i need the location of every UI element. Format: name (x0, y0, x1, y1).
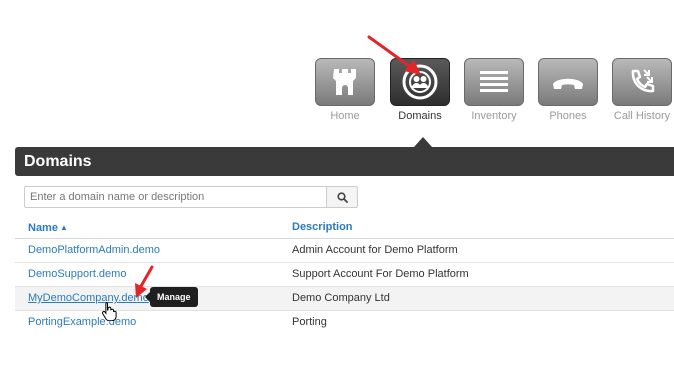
nav-home-label: Home (330, 110, 360, 122)
users-circle-icon (402, 64, 438, 100)
nav-domains-label: Domains (398, 110, 442, 122)
column-header-name-label: Name (28, 222, 58, 234)
domain-search-input[interactable] (24, 186, 327, 208)
nav-inventory[interactable]: Inventory (463, 58, 525, 122)
search-icon (337, 192, 348, 203)
domain-link[interactable]: DemoSupport.demo (28, 268, 126, 280)
table-row: MyDemoCompany.demo Demo Company Ltd (15, 287, 674, 311)
column-header-description[interactable]: Description (292, 217, 353, 238)
domain-link[interactable]: DemoPlatformAdmin.demo (28, 244, 160, 256)
nav-call-history[interactable]: Call History (611, 58, 673, 122)
table-header-row: Name ▲ Description (15, 217, 674, 239)
page-title: Domains (24, 153, 92, 170)
section-header-bar: Domains (15, 147, 674, 176)
manage-tooltip: Manage (145, 287, 198, 307)
list-icon (480, 71, 508, 92)
domain-link[interactable]: MyDemoCompany.demo (28, 292, 149, 304)
domain-description: Support Account For Demo Platform (292, 268, 469, 280)
table-row: DemoPlatformAdmin.demo Admin Account for… (15, 239, 674, 263)
column-header-name[interactable]: Name ▲ (28, 217, 68, 239)
castle-icon (333, 69, 356, 95)
nav-phones-label: Phones (549, 110, 587, 122)
nav-inventory-tile[interactable] (464, 58, 524, 106)
domains-table: Name ▲ Description DemoPlatformAdmin.demo… (15, 217, 674, 334)
domain-description: Demo Company Ltd (292, 292, 390, 304)
domain-description: Porting (292, 316, 327, 328)
sort-ascending-icon: ▲ (59, 223, 68, 232)
phone-handset-icon (553, 78, 583, 89)
nav-home[interactable]: Home (314, 58, 376, 122)
nav-inventory-label: Inventory (471, 110, 517, 122)
nav-home-tile[interactable] (315, 58, 375, 106)
nav-domains[interactable]: Domains (389, 58, 451, 122)
domain-link[interactable]: PortingExample.demo (28, 316, 136, 328)
nav-phones[interactable]: Phones (537, 58, 599, 122)
active-tab-pointer (414, 137, 432, 147)
nav-call-history-label: Call History (613, 110, 671, 122)
nav-domains-tile[interactable] (390, 58, 450, 106)
search-button[interactable] (327, 186, 358, 208)
nav-phones-tile[interactable] (538, 58, 598, 106)
domain-description: Admin Account for Demo Platform (292, 244, 458, 256)
table-row: PortingExample.demo Porting (15, 311, 674, 334)
table-row: DemoSupport.demo Support Account For Dem… (15, 263, 674, 287)
nav-call-history-tile[interactable] (612, 58, 672, 106)
call-history-icon (631, 69, 655, 93)
